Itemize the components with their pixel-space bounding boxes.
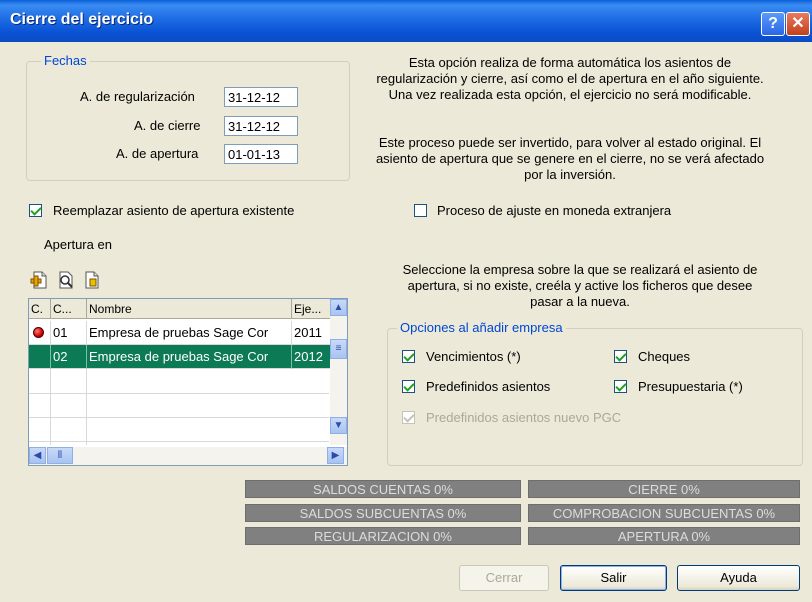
reemplazar-label[interactable]: Reemplazar asiento de apertura existente [53, 203, 294, 218]
dialog-window: Cierre del ejercicio ? ✕ Fechas A. de re… [0, 0, 812, 602]
reemplazar-checkbox[interactable] [29, 204, 42, 217]
predefinidos-pgc-label: Predefinidos asientos nuevo PGC [426, 410, 622, 425]
saldos-subcuentas-progress: SALDOS SUBCUENTAS 0% [245, 504, 521, 522]
status-cell [29, 321, 51, 345]
name-cell: Empresa de pruebas Sage Cor [87, 321, 292, 345]
red-dot-icon [33, 327, 44, 338]
search-company-icon[interactable] [56, 270, 76, 290]
apertura-label: A. de apertura [116, 146, 199, 161]
vencimientos-checkbox[interactable] [402, 350, 415, 363]
info-line: por la inversión. [524, 167, 616, 182]
vencimientos-label[interactable]: Vencimientos (*) [426, 349, 521, 364]
regularizacion-date-field[interactable]: 31-12-12 [224, 87, 298, 107]
cierre-label: A. de cierre [134, 118, 201, 133]
year-cell: 2011 [292, 321, 332, 345]
empty-row [29, 393, 329, 418]
apertura-progress: APERTURA 0% [528, 527, 800, 545]
moneda-extranjera-label[interactable]: Proceso de ajuste en moneda extranjera [437, 203, 671, 218]
info-paragraph-3: Seleccione la empresa sobre la que se re… [368, 262, 792, 310]
column-header[interactable]: Eje... [292, 299, 332, 319]
info-line: Seleccione la empresa sobre la que se re… [402, 262, 758, 277]
empty-row [29, 417, 329, 442]
horizontal-scrollbar[interactable]: ◀ ⦀ ▶ [29, 447, 347, 465]
scroll-thumb-horizontal[interactable]: ⦀ [47, 447, 73, 464]
scroll-left-icon[interactable]: ◀ [29, 447, 46, 464]
code-cell: 01 [51, 321, 87, 345]
fechas-legend: Fechas [41, 53, 90, 68]
column-divider [86, 369, 87, 445]
info-line: Este proceso puede ser invertido, para v… [378, 135, 762, 150]
regularizacion-progress: REGULARIZACION 0% [245, 527, 521, 545]
empty-row [29, 369, 329, 394]
info-line: Esta opción realiza de forma automática … [408, 55, 732, 70]
info-line: pasar a la nueva. [530, 294, 630, 309]
company-grid[interactable]: C. C... Nombre Eje... P 01 Empresa de pr… [28, 298, 348, 466]
saldos-cuentas-progress: SALDOS CUENTAS 0% [245, 480, 521, 498]
add-company-icon[interactable] [30, 270, 50, 290]
empresa-options-legend: Opciones al añadir empresa [397, 320, 566, 335]
presupuestaria-label[interactable]: Presupuestaria (*) [638, 379, 743, 394]
predefinidos-pgc-checkbox [402, 411, 415, 424]
close-icon[interactable]: ✕ [786, 12, 810, 36]
moneda-extranjera-checkbox[interactable] [414, 204, 427, 217]
column-divider [50, 369, 51, 445]
info-line: regularización y cierre, así como el de … [376, 71, 764, 86]
column-header[interactable]: Nombre [87, 299, 292, 319]
title-bar[interactable]: Cierre del ejercicio ? ✕ [0, 0, 812, 42]
regularizacion-label: A. de regularización [80, 89, 195, 104]
info-line: asiento de apertura que se genere en el … [375, 151, 765, 166]
column-header[interactable]: C... [51, 299, 87, 319]
comprobacion-subcuentas-progress: COMPROBACION SUBCUENTAS 0% [528, 504, 800, 522]
cheques-label[interactable]: Cheques [638, 349, 690, 364]
cerrar-button[interactable]: Cerrar [459, 565, 549, 591]
scroll-thumb[interactable]: ≡ [330, 339, 347, 359]
column-header[interactable]: C. [29, 299, 51, 319]
help-icon[interactable]: ? [761, 12, 785, 36]
cierre-progress: CIERRE 0% [528, 480, 800, 498]
scroll-up-icon[interactable]: ▲ [330, 299, 347, 316]
cheques-checkbox[interactable] [614, 350, 627, 363]
info-paragraph-1: Esta opción realiza de forma automática … [340, 55, 800, 103]
vertical-scrollbar[interactable]: ▲ ≡ ▼ [330, 299, 347, 445]
info-paragraph-2: Este proceso puede ser invertido, para v… [340, 135, 800, 183]
name-cell: Empresa de pruebas Sage Cor [87, 345, 292, 369]
salir-button[interactable]: Salir [560, 565, 667, 591]
presupuestaria-checkbox[interactable] [614, 380, 627, 393]
code-cell: 02 [51, 345, 87, 369]
year-cell: 2012 [292, 345, 332, 369]
info-line: Una vez realizada esta opción, el ejerci… [388, 87, 752, 102]
cierre-date-field[interactable]: 31-12-12 [224, 116, 298, 136]
scroll-right-icon[interactable]: ▶ [327, 447, 344, 464]
apertura-date-field[interactable]: 01-01-13 [224, 144, 298, 164]
predefinidos-label[interactable]: Predefinidos asientos [426, 379, 550, 394]
info-line: apertura, si no existe, creéla y active … [407, 278, 753, 293]
ayuda-button[interactable]: Ayuda [677, 565, 800, 591]
scroll-down-icon[interactable]: ▼ [330, 417, 347, 434]
predefinidos-checkbox[interactable] [402, 380, 415, 393]
window-title: Cierre del ejercicio [10, 11, 154, 28]
edit-company-icon[interactable] [82, 270, 102, 290]
apertura-en-label: Apertura en [44, 237, 112, 252]
status-cell [29, 345, 51, 369]
